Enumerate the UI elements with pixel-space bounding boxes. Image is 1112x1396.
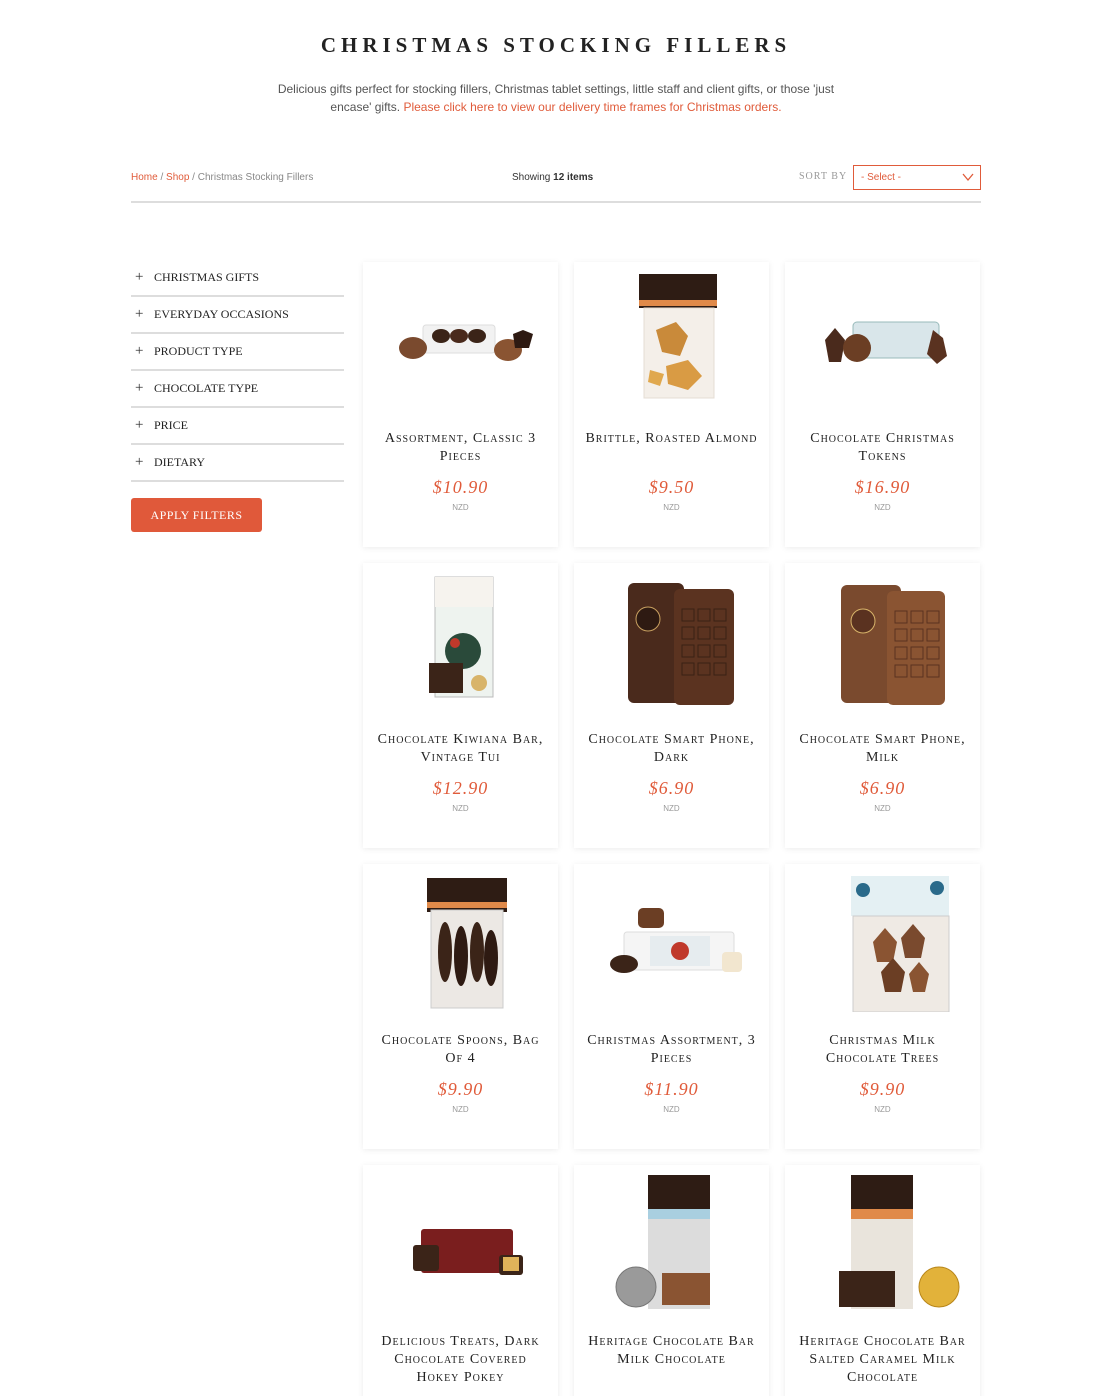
product-card[interactable]: Chocolate Smart Phone, Dark $6.90 NZD: [574, 563, 769, 848]
filter-label: PRODUCT TYPE: [154, 344, 243, 358]
product-image: [639, 274, 717, 399]
product-card[interactable]: Brittle, Roasted Almond $9.50 NZD: [574, 262, 769, 547]
plus-icon: +: [135, 454, 144, 470]
breadcrumb-separator: /: [192, 172, 195, 183]
product-image: [427, 878, 507, 1009]
product-currency: NZD: [874, 503, 891, 512]
product-image: [429, 576, 494, 698]
product-card[interactable]: Assortment, Classic 3 Pieces $10.90 NZD: [363, 262, 558, 547]
product-currency: NZD: [874, 1105, 891, 1114]
product-image: [628, 583, 734, 705]
product-currency: NZD: [663, 1105, 680, 1114]
filter-label: PRICE: [154, 418, 189, 432]
sort-select-value: - Select -: [861, 172, 902, 183]
showing-count: 12 items: [553, 172, 594, 183]
product-name: Chocolate Christmas Tokens: [810, 431, 955, 464]
product-card[interactable]: Christmas Milk Chocolate Trees $9.90 NZD: [785, 864, 980, 1149]
plus-icon: +: [135, 269, 144, 285]
filter-label: CHOCOLATE TYPE: [154, 381, 259, 395]
product-price: $9.90: [859, 1079, 906, 1099]
page-title: CHRISTMAS STOCKING FILLERS: [320, 33, 792, 57]
product-card[interactable]: Delicious Treats, Dark Chocolate Covered…: [363, 1165, 558, 1396]
product-image: [413, 1229, 523, 1275]
filter-christmas-gifts[interactable]: + CHRISTMAS GIFTS: [131, 260, 344, 297]
product-image: [841, 585, 945, 705]
sort-select[interactable]: - Select -: [853, 165, 981, 190]
product-name: Chocolate Kiwiana Bar, Vintage Tui: [377, 732, 544, 765]
product-currency: NZD: [663, 503, 680, 512]
product-name: Chocolate Spoons, Bag Of 4: [381, 1033, 540, 1066]
filter-dietary[interactable]: + DIETARY: [131, 445, 344, 482]
product-image: [839, 1175, 960, 1309]
product-name: Heritage Chocolate Bar Salted Caramel Mi…: [799, 1334, 966, 1385]
breadcrumb: Home / Shop / Christmas Stocking Fillers: [131, 172, 313, 183]
plus-icon: +: [135, 417, 144, 433]
product-card[interactable]: Chocolate Smart Phone, Milk $6.90 NZD: [785, 563, 980, 848]
product-name: Brittle, Roasted Almond: [585, 431, 758, 446]
breadcrumb-home[interactable]: Home: [131, 172, 158, 183]
filter-product-type[interactable]: + PRODUCT TYPE: [131, 334, 344, 371]
plus-icon: +: [135, 380, 144, 396]
plus-icon: +: [135, 306, 144, 322]
plus-icon: +: [135, 343, 144, 359]
chevron-down-icon: [962, 173, 974, 182]
product-currency: NZD: [874, 804, 891, 813]
filter-label: DIETARY: [154, 455, 206, 469]
product-price: $9.90: [437, 1079, 484, 1099]
filter-label: EVERYDAY OCCASIONS: [154, 307, 289, 321]
product-name: Assortment, Classic 3 Pieces: [384, 431, 537, 464]
breadcrumb-shop[interactable]: Shop: [166, 172, 189, 183]
product-currency: NZD: [663, 804, 680, 813]
product-price: $9.50: [648, 477, 695, 497]
filter-sidebar: + CHRISTMAS GIFTS + EVERYDAY OCCASIONS +…: [131, 260, 344, 532]
product-price: $10.90: [432, 477, 489, 497]
product-image: [615, 1175, 710, 1309]
product-name: Christmas Assortment, 3 Pieces: [587, 1033, 756, 1066]
product-currency: NZD: [452, 503, 469, 512]
product-image: [399, 324, 533, 361]
product-name: Delicious Treats, Dark Chocolate Covered…: [381, 1334, 540, 1385]
filter-everyday-occasions[interactable]: + EVERYDAY OCCASIONS: [131, 297, 344, 334]
toolbar: Home / Shop / Christmas Stocking Fillers…: [131, 164, 981, 202]
product-image: [825, 321, 947, 364]
results-count: Showing 12 items: [512, 172, 593, 183]
product-price: $11.90: [644, 1079, 699, 1099]
product-price: $6.90: [648, 778, 695, 798]
toolbar-divider: [131, 201, 981, 203]
product-price: $12.90: [432, 778, 489, 798]
product-image: [851, 876, 950, 1012]
filter-chocolate-type[interactable]: + CHOCOLATE TYPE: [131, 371, 344, 408]
sort-label: SORT BY: [799, 171, 848, 182]
breadcrumb-current: Christmas Stocking Fillers: [197, 172, 314, 183]
product-price: $16.90: [854, 477, 911, 497]
product-image: [610, 908, 742, 973]
product-currency: NZD: [452, 1105, 469, 1114]
showing-prefix: Showing: [512, 172, 551, 183]
product-currency: NZD: [452, 804, 469, 813]
apply-filters-button[interactable]: APPLY FILTERS: [131, 498, 262, 532]
product-name: Christmas Milk Chocolate Trees: [825, 1033, 940, 1066]
product-price: $6.90: [859, 778, 906, 798]
product-card[interactable]: Chocolate Spoons, Bag Of 4 $9.90 NZD: [363, 864, 558, 1149]
product-card[interactable]: Heritage Chocolate Bar Salted Caramel Mi…: [785, 1165, 980, 1396]
filter-label: CHRISTMAS GIFTS: [154, 270, 260, 284]
intro-text: Delicious gifts perfect for stocking fil…: [256, 80, 856, 116]
product-card[interactable]: Heritage Chocolate Bar Milk Chocolate: [574, 1165, 769, 1396]
product-card[interactable]: Chocolate Kiwiana Bar, Vintage Tui $12.9…: [363, 563, 558, 848]
filter-price[interactable]: + PRICE: [131, 408, 344, 445]
product-name: Heritage Chocolate Bar Milk Chocolate: [588, 1334, 755, 1367]
product-card[interactable]: Chocolate Christmas Tokens $16.90 NZD: [785, 262, 980, 547]
product-name: Chocolate Smart Phone, Milk: [799, 732, 966, 765]
product-card[interactable]: Christmas Assortment, 3 Pieces $11.90 NZ…: [574, 864, 769, 1149]
breadcrumb-separator: /: [160, 172, 164, 183]
delivery-timeframes-link[interactable]: Please click here to view our delivery t…: [403, 100, 781, 114]
product-name: Chocolate Smart Phone, Dark: [588, 732, 755, 765]
